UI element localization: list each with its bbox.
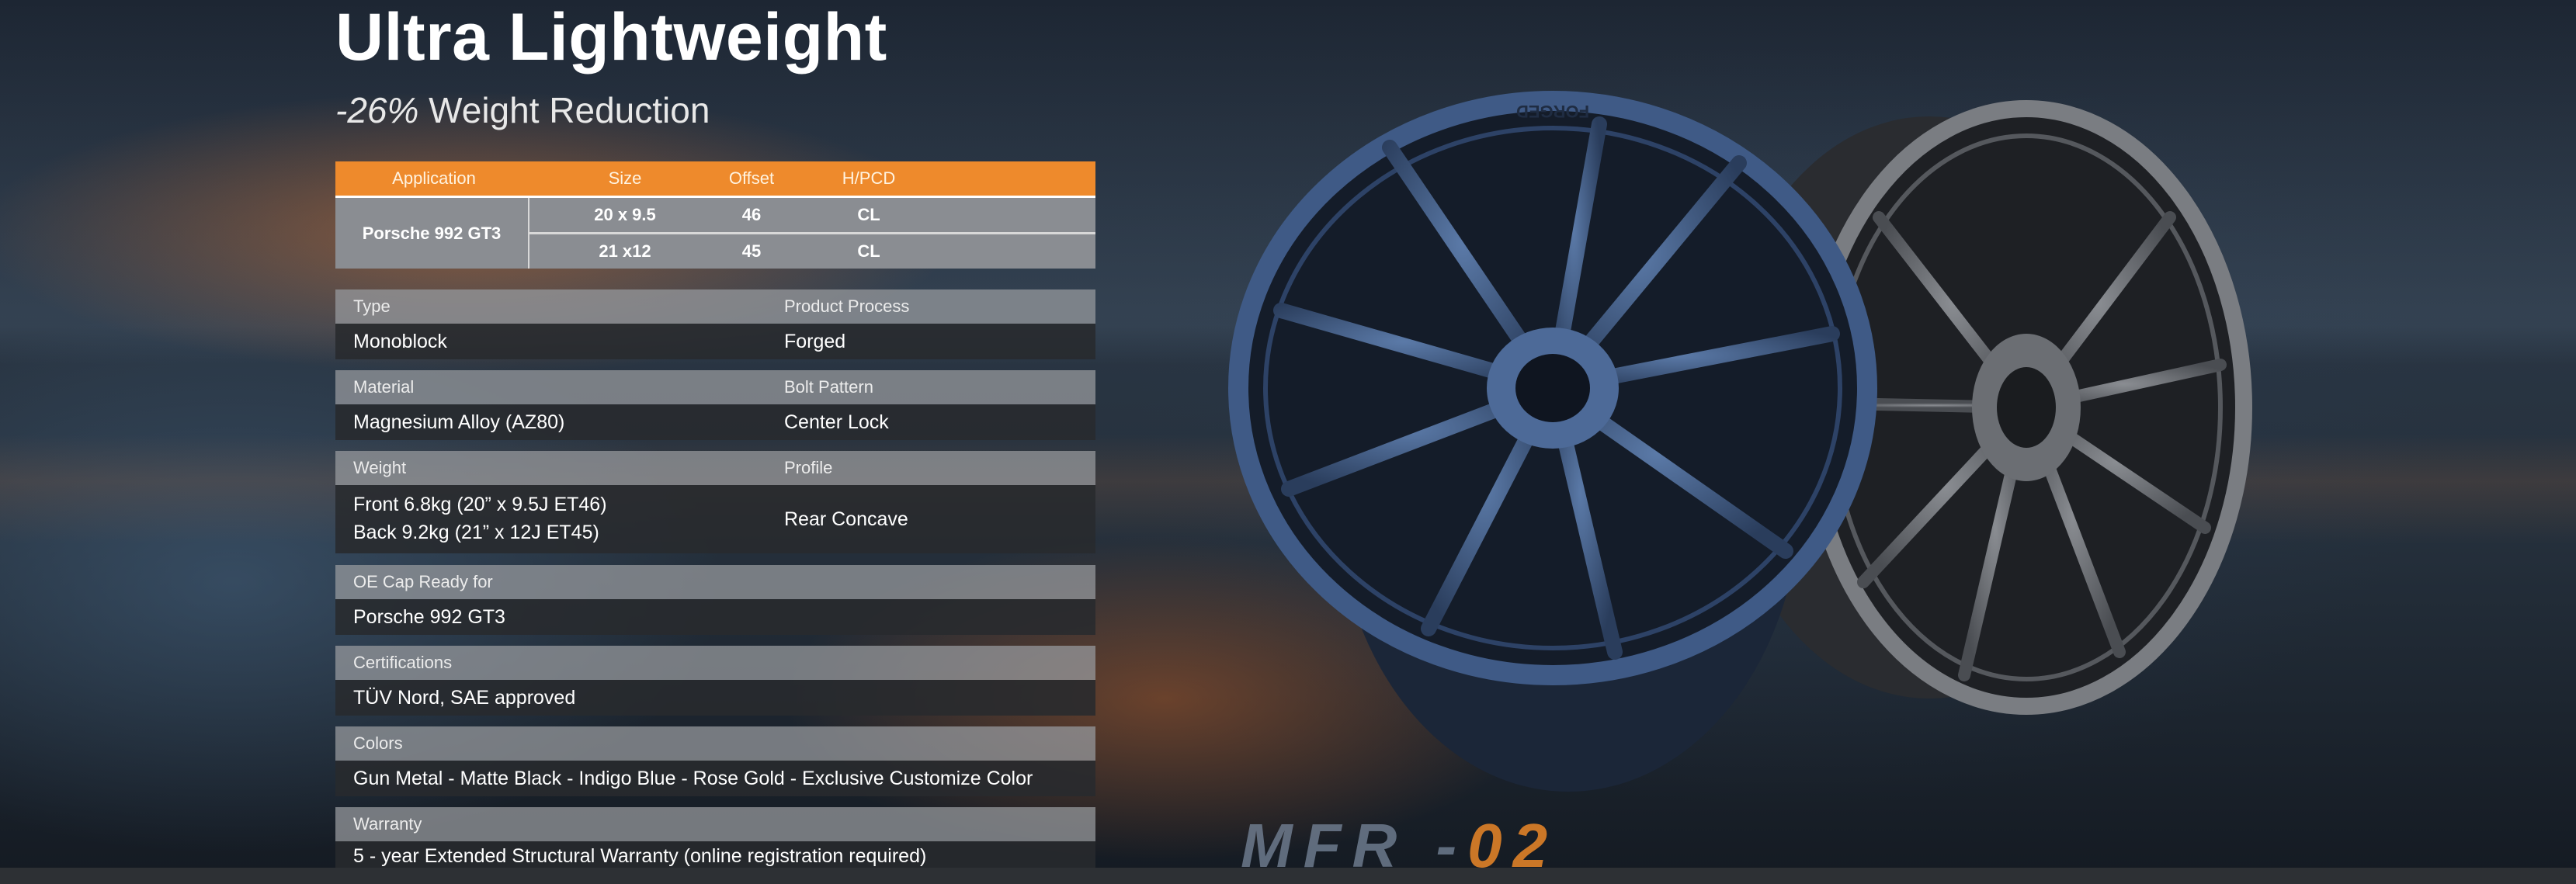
weight-front-value: Front 6.8kg (20” x 9.5J ET46) xyxy=(353,494,607,515)
header-hpcd: H/PCD xyxy=(842,168,896,188)
spec-oe-cap: OE Cap Ready for Porsche 992 GT3 xyxy=(335,565,1095,635)
wheels-illustration: FORGED xyxy=(1228,91,2252,792)
blue-wheel: FORGED xyxy=(1228,91,1877,792)
cell-offset: 45 xyxy=(741,241,762,261)
spec-material-bolt: Material Bolt Pattern Magnesium Alloy (AZ… xyxy=(335,370,1095,440)
page-subtitle: -26% Weight Reduction xyxy=(335,87,710,133)
type-value: Monoblock xyxy=(353,331,447,352)
cell-hpcd: CL xyxy=(857,241,880,261)
header-offset: Offset xyxy=(728,168,775,188)
header-size: Size xyxy=(608,168,642,188)
table-row: 21 x12 45 CL xyxy=(529,234,1095,269)
application-table-header: Application Size Offset H/PCD xyxy=(335,161,1095,198)
cell-offset: 46 xyxy=(741,205,762,224)
certifications-value: TÜV Nord, SAE approved xyxy=(353,687,576,709)
weight-label: Weight xyxy=(353,458,407,477)
certifications-label: Certifications xyxy=(353,653,453,672)
application-model: Porsche 992 GT3 xyxy=(335,198,529,269)
colors-value: Gun Metal - Matte Black - Indigo Blue - … xyxy=(353,768,1033,789)
application-table-body: Porsche 992 GT3 20 x 9.5 46 CL 21 x12 45… xyxy=(335,198,1095,269)
cell-hpcd: CL xyxy=(857,205,880,224)
application-table: Application Size Offset H/PCD Porsche 99… xyxy=(335,161,1095,269)
cell-size: 20 x 9.5 xyxy=(594,205,656,224)
colors-label: Colors xyxy=(353,733,403,753)
table-row: 20 x 9.5 46 CL xyxy=(529,198,1095,234)
weight-back-value: Back 9.2kg (21” x 12J ET45) xyxy=(353,522,599,543)
oe-cap-label: OE Cap Ready for xyxy=(353,572,493,591)
weight-reduction-text: Weight Reduction xyxy=(418,90,710,130)
weight-reduction-percent: -26% xyxy=(335,90,419,130)
page-title: Ultra Lightweight xyxy=(335,0,887,75)
bolt-value: Center Lock xyxy=(784,411,889,433)
warranty-label: Warranty xyxy=(353,814,422,834)
oe-cap-value: Porsche 992 GT3 xyxy=(353,606,505,628)
spec-weight-profile: Weight Profile Front 6.8kg (20” x 9.5J ET… xyxy=(335,451,1095,553)
process-label: Product Process xyxy=(784,296,910,316)
material-label: Material xyxy=(353,377,415,397)
spec-certifications: Certifications TÜV Nord, SAE approved xyxy=(335,646,1095,716)
material-value: Magnesium Alloy (AZ80) xyxy=(353,411,565,433)
type-label: Type xyxy=(353,296,391,316)
header-application: Application xyxy=(392,168,476,188)
bottom-bar xyxy=(0,868,2576,884)
spec-type-process: Type Product Process Monoblock Forged xyxy=(335,289,1095,359)
profile-value: Rear Concave xyxy=(784,508,908,530)
bolt-label: Bolt Pattern xyxy=(784,377,873,397)
wheel-forged-stamp: FORGED xyxy=(1516,102,1589,121)
process-value: Forged xyxy=(784,331,846,352)
cell-size: 21 x12 xyxy=(599,241,651,261)
profile-label: Profile xyxy=(784,458,833,477)
warranty-value: 5 - year Extended Structural Warranty (o… xyxy=(353,845,927,867)
spec-colors: Colors Gun Metal - Matte Black - Indigo … xyxy=(335,726,1095,796)
spec-warranty: Warranty 5 - year Extended Structural Wa… xyxy=(335,807,1095,871)
